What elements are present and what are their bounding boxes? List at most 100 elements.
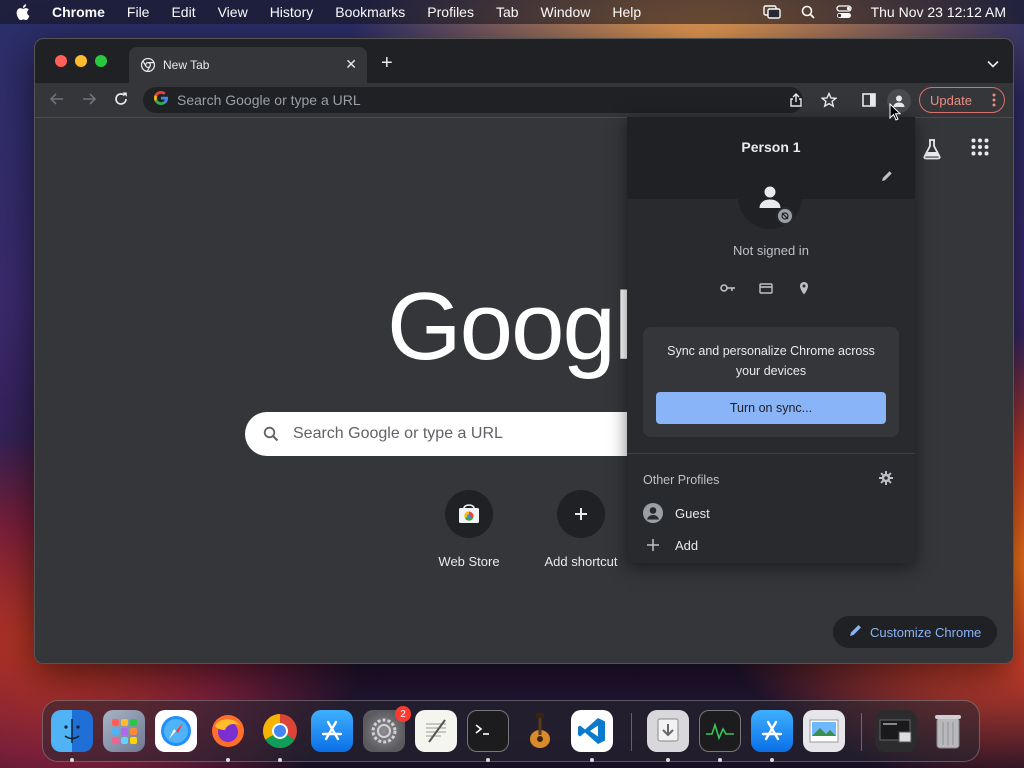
terminal-icon[interactable] xyxy=(467,710,509,752)
profile-menu: Person 1 Not signed in Sync and personal… xyxy=(627,117,915,563)
customize-chrome-button[interactable]: Customize Chrome xyxy=(833,616,997,648)
menu-history[interactable]: History xyxy=(270,4,314,20)
other-profiles-heading: Other Profiles xyxy=(643,473,720,487)
menu-view[interactable]: View xyxy=(218,4,248,20)
update-button[interactable]: Update xyxy=(919,87,1005,113)
payment-card-icon[interactable] xyxy=(757,279,775,297)
shortcut-web-store[interactable]: Web Store xyxy=(424,490,514,569)
turn-on-sync-button[interactable]: Turn on sync... xyxy=(656,392,886,424)
edit-pencil-icon[interactable] xyxy=(881,169,893,187)
omnibox[interactable]: Search Google or type a URL xyxy=(143,87,803,113)
tab-new-tab[interactable]: New Tab ✕ xyxy=(129,47,367,83)
dock-separator xyxy=(631,713,632,751)
finder-icon[interactable] xyxy=(51,710,93,752)
profile-row-guest[interactable]: Guest xyxy=(643,503,710,523)
firefox-icon[interactable] xyxy=(207,710,249,752)
running-indicator xyxy=(278,758,282,762)
search-icon xyxy=(263,426,279,442)
running-indicator xyxy=(226,758,230,762)
launchpad-icon[interactable] xyxy=(103,710,145,752)
customize-label: Customize Chrome xyxy=(870,624,982,640)
app-menu-chrome[interactable]: Chrome xyxy=(52,4,105,20)
app-store-icon[interactable] xyxy=(311,710,353,752)
garageband-icon[interactable] xyxy=(519,710,561,752)
profile-row-label: Add xyxy=(675,537,699,553)
location-pin-icon[interactable] xyxy=(795,279,813,297)
chrome-window: New Tab ✕ + Search Google or type a URL xyxy=(34,38,1014,664)
chrome-favicon-icon xyxy=(140,57,156,73)
apps-grid-icon[interactable] xyxy=(971,138,989,165)
shortcut-label: Web Store xyxy=(438,554,500,569)
spotlight-search-icon[interactable] xyxy=(799,4,817,20)
menu-file[interactable]: File xyxy=(127,4,150,20)
divider xyxy=(627,453,915,454)
textedit-icon[interactable] xyxy=(415,710,457,752)
minimize-window-button[interactable] xyxy=(75,55,87,67)
menu-tab[interactable]: Tab xyxy=(496,4,519,20)
sync-promo-card: Sync and personalize Chrome across your … xyxy=(643,327,899,437)
web-store-icon xyxy=(445,490,493,538)
tab-title: New Tab xyxy=(163,58,210,72)
passwords-key-icon[interactable] xyxy=(719,279,737,297)
running-indicator xyxy=(70,758,74,762)
sync-off-badge-icon xyxy=(776,207,794,225)
manage-profiles-gear-icon[interactable] xyxy=(879,471,893,490)
running-indicator xyxy=(718,758,722,762)
reload-icon[interactable] xyxy=(113,91,129,112)
new-tab-button[interactable]: + xyxy=(381,52,393,75)
side-panel-icon[interactable] xyxy=(861,92,877,113)
autofill-shortcuts xyxy=(719,279,813,297)
menubar-status-area: Thu Nov 23 12:12 AM xyxy=(762,0,1006,24)
dock-separator xyxy=(861,713,862,751)
control-center-icon[interactable] xyxy=(835,4,853,20)
window-controls xyxy=(55,55,107,67)
chrome-icon[interactable] xyxy=(259,710,301,752)
tab-strip: New Tab ✕ + xyxy=(35,39,1013,83)
menu-help[interactable]: Help xyxy=(612,4,641,20)
desktop-stack-icon[interactable] xyxy=(875,710,917,752)
menu-bookmarks[interactable]: Bookmarks xyxy=(335,4,405,20)
menu-edit[interactable]: Edit xyxy=(171,4,195,20)
plus-icon xyxy=(643,535,663,555)
bookmark-star-icon[interactable] xyxy=(820,91,838,113)
vscode-icon[interactable] xyxy=(571,710,613,752)
zoom-window-button[interactable] xyxy=(95,55,107,67)
back-arrow-icon[interactable] xyxy=(49,91,65,112)
share-icon[interactable] xyxy=(789,92,803,113)
browser-toolbar: Search Google or type a URL Update xyxy=(35,83,1013,118)
running-indicator xyxy=(666,758,670,762)
dock: 2 xyxy=(42,700,980,762)
system-settings-icon[interactable]: 2 xyxy=(363,706,411,752)
shortcut-label: Add shortcut xyxy=(544,554,618,569)
person-icon xyxy=(759,186,781,208)
update-label: Update xyxy=(930,92,972,108)
menu-profiles[interactable]: Profiles xyxy=(427,4,474,20)
menubar-clock[interactable]: Thu Nov 23 12:12 AM xyxy=(871,4,1006,20)
profile-row-add[interactable]: Add xyxy=(643,535,698,555)
forward-arrow-icon[interactable] xyxy=(81,91,97,112)
preview-icon[interactable] xyxy=(803,710,845,752)
google-g-icon xyxy=(153,90,169,111)
trash-icon[interactable] xyxy=(927,710,969,752)
labs-flask-icon[interactable] xyxy=(921,138,943,165)
tab-search-chevron-icon[interactable] xyxy=(987,55,999,73)
screen-mirroring-icon[interactable] xyxy=(762,4,781,20)
apple-menu-icon[interactable] xyxy=(16,4,34,20)
menu-window[interactable]: Window xyxy=(541,4,591,20)
safari-icon[interactable] xyxy=(155,710,197,752)
sign-in-status: Not signed in xyxy=(733,243,809,258)
xcode-installer-icon[interactable] xyxy=(751,710,793,752)
sync-promo-text: Sync and personalize Chrome across your … xyxy=(667,344,875,378)
downloads-installer-icon[interactable] xyxy=(647,710,689,752)
close-tab-icon[interactable]: ✕ xyxy=(345,56,357,73)
shortcut-add[interactable]: Add shortcut xyxy=(536,490,626,569)
ntp-search-placeholder: Search Google or type a URL xyxy=(293,425,503,442)
profile-name: Person 1 xyxy=(741,139,801,155)
running-indicator xyxy=(590,758,594,762)
notification-badge: 2 xyxy=(395,706,411,722)
plus-icon xyxy=(557,490,605,538)
close-window-button[interactable] xyxy=(55,55,67,67)
activity-monitor-icon[interactable] xyxy=(699,710,741,752)
more-vert-icon[interactable] xyxy=(992,93,996,110)
mouse-cursor-icon xyxy=(889,102,902,126)
